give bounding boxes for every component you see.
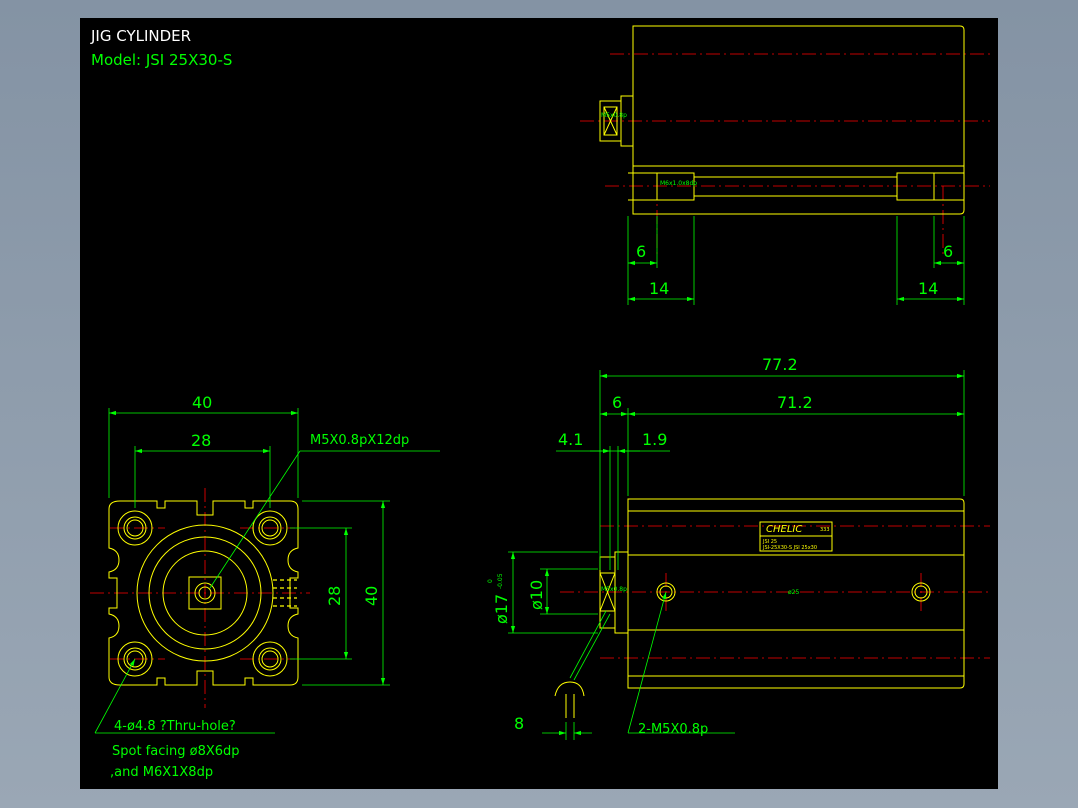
drawing-title: JIG CYLINDER <box>90 27 191 45</box>
drawing-viewport[interactable]: JIG CYLINDER Model: JSI 25X30-S M5x0.8p … <box>80 18 998 789</box>
hole-note-line1: 4-ø4.8 ?Thru-hole? <box>114 719 236 734</box>
dim-top-left-6: 6 <box>636 242 646 261</box>
dim-top-right-6: 6 <box>943 242 953 261</box>
model-label: Model: JSI 25X30-S <box>91 51 232 69</box>
dim-side-4-1: 4.1 <box>558 430 583 449</box>
chelic-logo: CHELIC <box>766 524 802 535</box>
dim-front-side-28: 28 <box>325 586 344 606</box>
dim-side-1-9: 1.9 <box>642 430 667 449</box>
dim-top-left-14: 14 <box>649 279 669 298</box>
dim-top-right-14: 14 <box>918 279 938 298</box>
top-bolt-label: M6x1.0x8dp <box>660 180 697 187</box>
dim-side-phi17-tol-lower: -0.05 <box>497 573 504 589</box>
nameplate-line2: JSI-25X30-S JSI 25x30 <box>762 545 817 551</box>
front-view: 40 28 M5X0.8pX12dp 28 40 4-ø4.8 ?Thru-ho… <box>90 393 440 780</box>
dim-side-71-2: 71.2 <box>777 393 813 412</box>
dim-front-28: 28 <box>191 431 211 450</box>
hole-note-line3: ,and M6X1X8dp <box>110 765 213 780</box>
dim-side-77-2: 77.2 <box>762 355 798 374</box>
hole-note-line2: Spot facing ø8X6dp <box>112 744 240 759</box>
side-port-callout: 2-M5X0.8p <box>638 722 708 737</box>
dim-front-side-40: 40 <box>362 586 381 606</box>
chelic-logo-suffix: 333 <box>820 527 830 533</box>
cad-drawing[interactable]: JIG CYLINDER Model: JSI 25X30-S M5x0.8p … <box>80 18 998 789</box>
dim-side-phi17-tol-upper: 0 <box>487 579 494 583</box>
dim-side-6: 6 <box>612 393 622 412</box>
dim-side-phi10: ø10 <box>527 580 546 610</box>
dim-front-40: 40 <box>192 393 212 412</box>
side-port-label: M5x0.8p <box>601 586 627 593</box>
cad-window-frame: JIG CYLINDER Model: JSI 25X30-S M5x0.8p … <box>0 0 1078 808</box>
top-port-label: M5x0.8p <box>601 112 627 119</box>
side-view: CHELIC 333 JSI 25 JSI-25X30-S JSI 25x30 … <box>487 355 990 740</box>
dim-side-phi17: ø17 <box>492 594 511 624</box>
thread-callout: M5X0.8pX12dp <box>310 433 409 448</box>
bore-label: ø25 <box>788 589 799 596</box>
dim-side-8: 8 <box>514 714 524 733</box>
top-view: M5x0.8p M6x1.0x8dp 6 6 14 14 <box>580 25 990 305</box>
